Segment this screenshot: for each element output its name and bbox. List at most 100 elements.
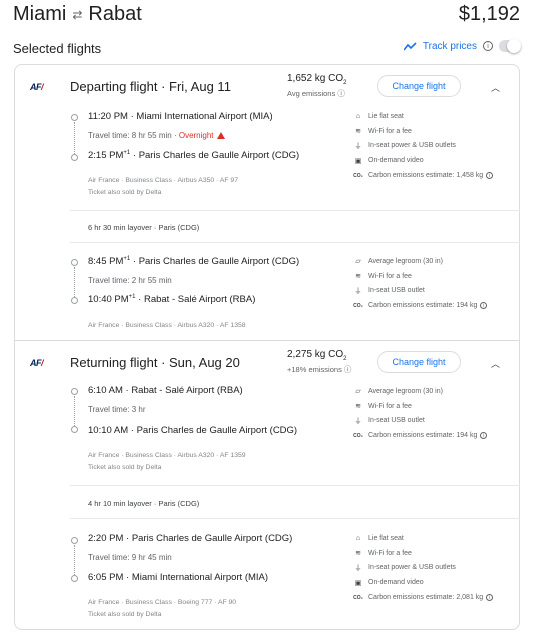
info-icon[interactable]: i — [486, 594, 494, 602]
layover-info: 4 hr 10 min layover · Paris (CDG) — [88, 499, 200, 508]
change-returning-flight-button[interactable]: Change flight — [377, 351, 461, 373]
chevron-up-icon[interactable]: ︿ — [491, 357, 500, 370]
power-plug-icon: ⏚ — [354, 564, 362, 572]
amenity-item: ⏚ In-seat USB outlet — [354, 417, 425, 425]
returning-emissions: 2,275 kg CO2 +18% emissions ⓘ — [287, 349, 352, 374]
info-icon[interactable]: i — [486, 172, 494, 180]
amenity-item: CO₂ Carbon emissions estimate: 194 kg i — [353, 298, 488, 313]
wifi-icon: ≋ — [355, 273, 361, 281]
info-icon[interactable]: i — [480, 432, 488, 440]
departure-time-row: 11:20 PM · Miami International Airport (… — [88, 111, 273, 122]
legroom-icon: ⏥ — [355, 388, 361, 396]
divider — [70, 485, 520, 486]
amenity-item: ≋ Wi-Fi for a fee — [353, 269, 487, 284]
amenity-item: ⌂ Lie flat seat — [353, 531, 493, 546]
amenities-list: ⏥ Average legroom (30 in) ≋ Wi-Fi for a fe… — [353, 254, 488, 313]
flight-details: Air France · Business Class · Boeing 777… — [88, 599, 237, 606]
divider — [70, 210, 520, 211]
itinerary-dots — [71, 388, 79, 434]
arrival-time-row: 10:40 PM+1 · Rabat - Salé Airport (RBA) — [88, 294, 256, 306]
amenity-item: ⏚ In-seat power & USB outlets — [354, 142, 456, 150]
amenities-list: ⌂ Lie flat seat ≋ Wi-Fi for a fee ⏚ In-seat… — [353, 109, 494, 183]
amenity-item: ≋ Wi-Fi for a fee — [353, 546, 493, 561]
track-prices[interactable]: Track prices i — [403, 39, 521, 53]
amenity-item: ▣ On-demand video — [354, 579, 424, 587]
total-price: $1,192 — [458, 3, 520, 25]
usb-icon: ⏚ — [354, 287, 362, 295]
amenities-list: ⏥ Average legroom (30 in) ≋ Wi-Fi for a fe… — [353, 384, 488, 443]
amenity-item: ⏥ Average legroom (30 in) — [353, 254, 487, 269]
departing-title: Departing flight · Fri, Aug 11 — [70, 79, 231, 94]
co2-icon: CO₂ — [353, 172, 363, 179]
wifi-icon: ≋ — [355, 403, 361, 411]
info-icon: ⓘ — [343, 365, 352, 374]
travel-time: Travel time: 2 hr 55 min — [88, 276, 172, 285]
amenities-list: ⌂ Lie flat seat ≋ Wi-Fi for a fee ⏚ In-seat… — [353, 531, 494, 605]
amenity-item: ⌂ Lie flat seat — [353, 109, 493, 124]
amenity-item: CO₂ Carbon emissions estimate: 1,458 kg i — [353, 168, 494, 183]
lie-flat-seat-icon: ⌂ — [355, 112, 361, 120]
video-icon: ▣ — [354, 157, 362, 165]
amenity-item: ≋ Wi-Fi for a fee — [353, 124, 493, 139]
usb-icon: ⏚ — [354, 417, 362, 425]
air-france-logo: AF/ — [30, 82, 44, 92]
selected-flights-heading: Selected flights — [13, 41, 102, 56]
returning-flight-card: AF/ Returning flight · Sun, Aug 20 2,275… — [14, 340, 520, 630]
route-title: Miami ⇄ Rabat — [13, 3, 142, 26]
returning-title: Returning flight · Sun, Aug 20 — [70, 355, 240, 370]
returning-date: Sun, Aug 20 — [169, 355, 240, 370]
itinerary-dots — [71, 537, 79, 583]
co2-icon: CO₂ — [353, 302, 363, 309]
ticket-sold-by: Ticket also sold by Delta — [88, 464, 162, 471]
co2-icon: CO₂ — [353, 594, 363, 601]
amenity-item: CO₂ Carbon emissions estimate: 194 kg i — [353, 428, 488, 443]
wifi-icon: ≋ — [355, 128, 361, 136]
travel-time: Travel time: 8 hr 55 min · Overnight — [88, 131, 225, 140]
overnight-warning: Overnight — [178, 131, 214, 140]
co2-icon: CO₂ — [353, 432, 363, 439]
chevron-up-icon[interactable]: ︿ — [491, 81, 500, 94]
info-icon[interactable]: i — [480, 302, 488, 310]
itinerary-dots — [71, 114, 79, 164]
amenity-item: ≋ Wi-Fi for a fee — [353, 399, 487, 414]
arrival-time-row: 10:10 AM · Paris Charles de Gaulle Airpo… — [88, 425, 298, 436]
change-departing-flight-button[interactable]: Change flight — [377, 75, 461, 97]
departing-header[interactable]: AF/ Departing flight · Fri, Aug 11 1,652… — [15, 65, 519, 109]
itinerary-dots — [71, 259, 79, 305]
warning-icon — [216, 132, 225, 139]
info-icon[interactable]: i — [483, 41, 493, 51]
destination-city: Rabat — [88, 3, 142, 25]
track-prices-toggle[interactable] — [499, 39, 521, 53]
arrival-time-row: 2:15 PM+1 · Paris Charles de Gaulle Airp… — [88, 150, 300, 162]
flight-details: Air France · Business Class · Airbus A32… — [88, 452, 246, 459]
divider — [70, 242, 520, 243]
divider — [70, 518, 520, 519]
amenity-item: ⏚ In-seat USB outlet — [354, 287, 425, 295]
departing-emissions: 1,652 kg CO2 Avg emissions ⓘ — [287, 73, 347, 98]
wifi-icon: ≋ — [355, 550, 361, 558]
amenity-item: ⏚ In-seat power & USB outlets — [354, 564, 456, 572]
lie-flat-seat-icon: ⌂ — [355, 534, 361, 542]
departure-time-row: 2:20 PM · Paris Charles de Gaulle Airpor… — [88, 533, 293, 544]
top-bar: Miami ⇄ Rabat $1,192 — [0, 0, 534, 32]
track-prices-label[interactable]: Track prices — [423, 41, 477, 52]
legroom-icon: ⏥ — [355, 258, 361, 266]
power-plug-icon: ⏚ — [354, 142, 362, 150]
flight-details: Air France · Business Class · Airbus A35… — [88, 177, 238, 184]
ticket-sold-by: Ticket also sold by Delta — [88, 611, 162, 618]
amenity-item: CO₂ Carbon emissions estimate: 2,081 kg i — [353, 590, 494, 605]
amenity-item: ▣ On-demand video — [354, 157, 424, 165]
info-icon: ⓘ — [337, 89, 345, 98]
swap-arrows-icon: ⇄ — [72, 7, 83, 22]
travel-time: Travel time: 3 hr — [88, 405, 146, 414]
returning-header[interactable]: AF/ Returning flight · Sun, Aug 20 2,275… — [15, 341, 519, 385]
video-icon: ▣ — [354, 579, 362, 587]
departure-time-row: 8:45 PM+1 · Paris Charles de Gaulle Airp… — [88, 256, 300, 268]
flight-details: Air France · Business Class · Airbus A32… — [88, 322, 246, 329]
trend-chart-icon — [403, 41, 417, 50]
arrival-time-row: 6:05 PM · Miami International Airport (M… — [88, 572, 269, 583]
air-france-logo: AF/ — [30, 358, 44, 368]
departing-date: Fri, Aug 11 — [169, 79, 231, 94]
departure-time-row: 6:10 AM · Rabat - Salé Airport (RBA) — [88, 385, 243, 396]
departing-flight-card: AF/ Departing flight · Fri, Aug 11 1,652… — [14, 64, 520, 341]
